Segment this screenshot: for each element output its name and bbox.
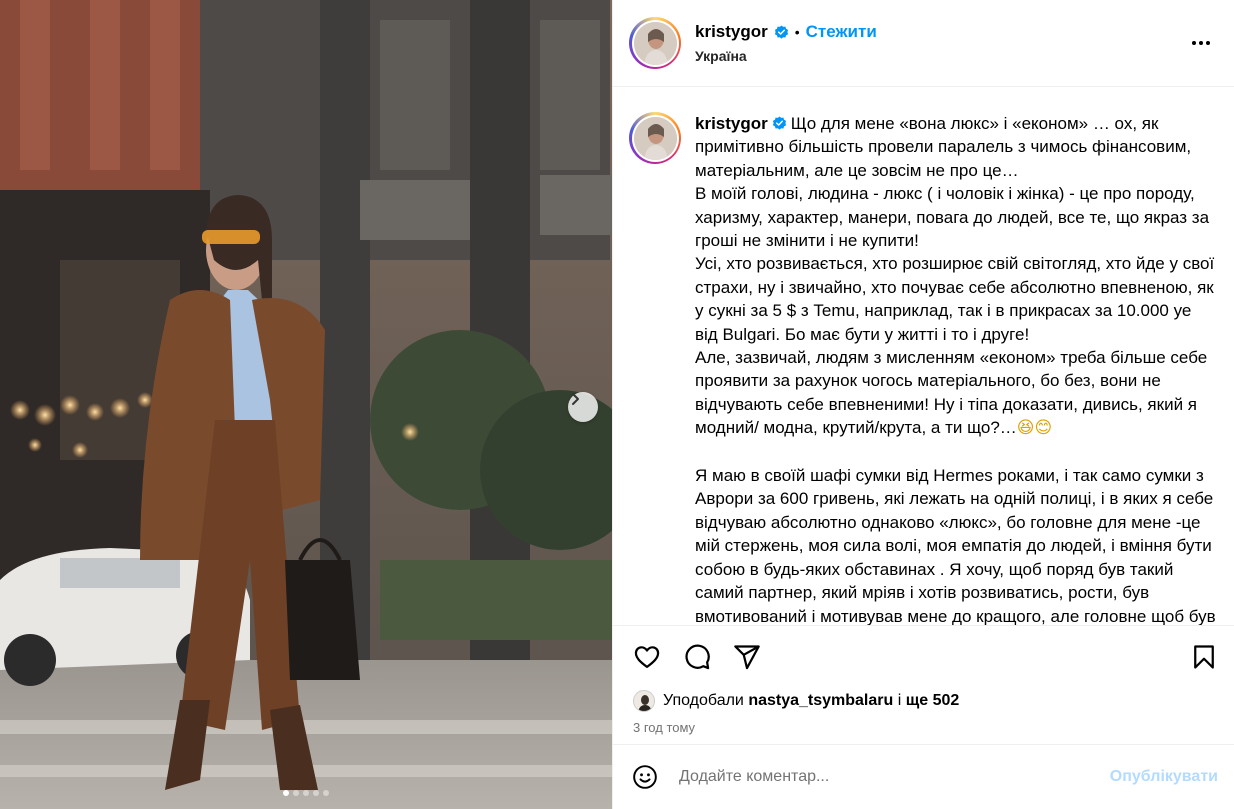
- photo-illustration: [0, 0, 612, 809]
- post-timestamp[interactable]: 3 год тому: [613, 715, 1234, 745]
- caption-paragraph: Що для мене «вона люкс» і «економ» … ох,…: [695, 114, 1192, 180]
- comment-input[interactable]: [679, 768, 1110, 786]
- likes-row[interactable]: Уподобали nastya_tsymbalaru і ще 502: [613, 687, 1234, 715]
- avatar[interactable]: [629, 17, 681, 69]
- verified-icon: [774, 24, 788, 39]
- comment-button[interactable]: [681, 641, 713, 673]
- carousel-dot: [323, 790, 329, 796]
- save-button[interactable]: [1188, 641, 1220, 673]
- carousel-dot: [313, 790, 319, 796]
- heart-icon: [634, 645, 660, 668]
- caption-avatar[interactable]: [629, 112, 681, 164]
- caption-username[interactable]: kristygor: [695, 114, 768, 133]
- avatar-photo: [633, 21, 677, 65]
- caption-text: kristygor Що для мене «вона люкс» і «еко…: [695, 112, 1218, 625]
- more-icon: [1192, 41, 1210, 45]
- liker-avatar-photo: [634, 691, 654, 711]
- post-side-panel: kristygor • Стежити Україна kristygor Що…: [612, 0, 1234, 809]
- caption-paragraph: Усі, хто розвивається, хто розширює свій…: [695, 254, 1215, 344]
- like-button[interactable]: [631, 641, 663, 673]
- likes-prefix: Уподобали: [663, 692, 744, 709]
- location-link[interactable]: Україна: [695, 48, 1186, 64]
- post-photo[interactable]: [0, 0, 612, 809]
- carousel-dot: [283, 790, 289, 796]
- caption-emojis: 😆😊: [1016, 418, 1053, 439]
- header-text: kristygor • Стежити Україна: [695, 22, 1186, 64]
- caption-paragraph: Я маю в своїй шафі сумки від Hermes рока…: [695, 466, 1216, 625]
- share-icon: [734, 644, 760, 669]
- likes-count[interactable]: ще 502: [906, 692, 960, 710]
- comment-bar: Опублікувати: [613, 745, 1234, 809]
- next-slide-button[interactable]: [568, 392, 598, 422]
- chevron-right-icon: [572, 393, 579, 405]
- caption-paragraph: Але, зазвичай, людям з мисленням «економ…: [695, 348, 1208, 438]
- caption-paragraph: В моїй голові, людина - люкс ( і чоловік…: [695, 184, 1210, 251]
- follow-button[interactable]: Стежити: [806, 22, 877, 42]
- carousel-dot: [293, 790, 299, 796]
- caption-area[interactable]: kristygor Що для мене «вона люкс» і «еко…: [613, 87, 1234, 625]
- instagram-post: kristygor • Стежити Україна kristygor Що…: [0, 0, 1234, 809]
- bookmark-icon: [1194, 644, 1214, 669]
- emoji-icon: [633, 765, 657, 789]
- comment-icon: [685, 644, 710, 669]
- more-options-button[interactable]: [1186, 28, 1216, 58]
- likes-middle: і: [897, 692, 902, 709]
- liker-avatar[interactable]: [633, 690, 655, 712]
- carousel-dot: [303, 790, 309, 796]
- separator-dot: •: [794, 24, 800, 40]
- verified-icon: [772, 116, 786, 130]
- publish-button[interactable]: Опублікувати: [1110, 768, 1218, 786]
- share-button[interactable]: [731, 641, 763, 673]
- action-bar: [613, 625, 1234, 687]
- carousel-indicator: [0, 790, 612, 796]
- emoji-picker-button[interactable]: [631, 763, 659, 791]
- post-header: kristygor • Стежити Україна: [613, 0, 1234, 87]
- liker-username[interactable]: nastya_tsymbalaru: [748, 692, 893, 710]
- header-username[interactable]: kristygor: [695, 22, 768, 42]
- avatar-photo: [633, 116, 677, 160]
